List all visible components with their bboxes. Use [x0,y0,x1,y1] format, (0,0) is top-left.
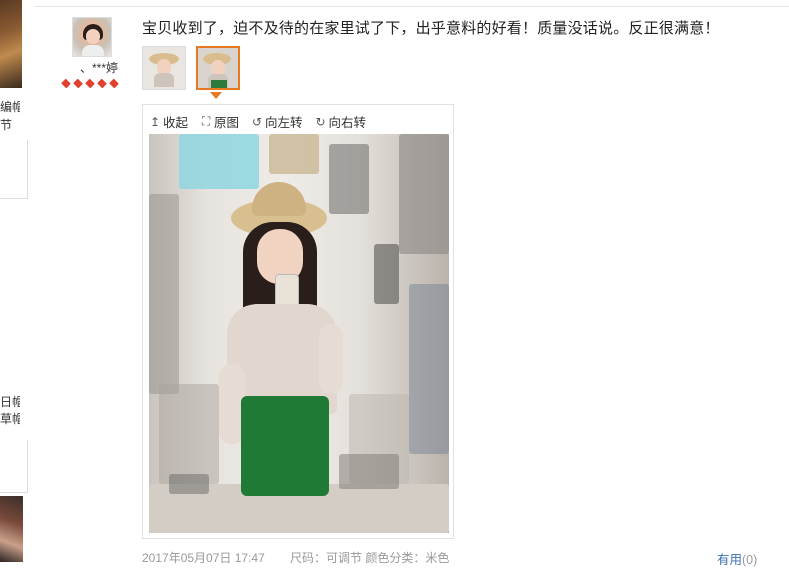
heart-diamond-icon [60,79,72,89]
side-snippet-4[interactable]: 草帽 [0,411,20,428]
viewer-toolbar: ↥ 收起 ⛶ 原图 ↺ 向左转 ↻ 向右转 [149,112,366,131]
reviewer-rank [60,79,120,89]
rotate-left-button[interactable]: ↺ 向左转 [251,112,303,131]
useful-label[interactable]: 有用 [717,553,742,567]
side-snippet-2[interactable]: 节 [0,117,20,134]
side-divider [0,140,28,199]
original-image-button[interactable]: ⛶ 原图 [200,112,239,131]
expand-icon: ⛶ [201,114,211,128]
original-label: 原图 [214,116,240,130]
product-thumbnail[interactable] [0,496,23,562]
heart-diamond-icon [108,79,120,89]
review-photo-thumb-2[interactable] [196,46,240,90]
collapse-button[interactable]: ↥ 收起 [149,112,188,131]
review-photo-large[interactable] [149,134,449,533]
rotate-left-label: 向左转 [265,116,303,130]
rotate-left-icon: ↺ [252,114,263,129]
review-date: 2017年05月07日 17:47 [142,551,265,565]
side-divider [0,440,28,493]
selected-thumb-pointer [210,92,222,99]
side-snippet-3[interactable]: 日帽 [0,394,20,411]
product-thumbnail[interactable] [0,0,22,88]
collapse-label: 收起 [163,116,189,130]
side-snippet-1[interactable]: 编帽 [0,99,20,116]
avatar[interactable] [72,17,112,57]
heart-diamond-icon [72,79,84,89]
rotate-right-label: 向右转 [328,116,367,130]
review-attributes: 尺码：可调节 颜色分类：米色 [290,551,450,565]
left-side-panel: 编帽 节 日帽 草帽 [0,0,28,562]
arrow-up-icon: ↥ [149,114,161,129]
review-photo-thumb-1[interactable] [142,46,186,90]
section-divider [34,6,789,7]
heart-diamond-icon [84,79,96,89]
review-text: 宝贝收到了，迫不及待的在家里试了下，出乎意料的好看！质量没话说。反正很满意！ [142,20,720,37]
rotate-right-button[interactable]: ↻ 向右转 [315,112,367,131]
photo-viewer: ↥ 收起 ⛶ 原图 ↺ 向左转 ↻ 向右转 [142,104,454,539]
reviewer-username: 、***婷 [79,61,118,75]
heart-diamond-icon [96,79,108,89]
useful-count: (0) [742,553,758,567]
useful-button[interactable]: 有用(0) [717,549,757,568]
rotate-right-icon: ↻ [315,114,326,129]
